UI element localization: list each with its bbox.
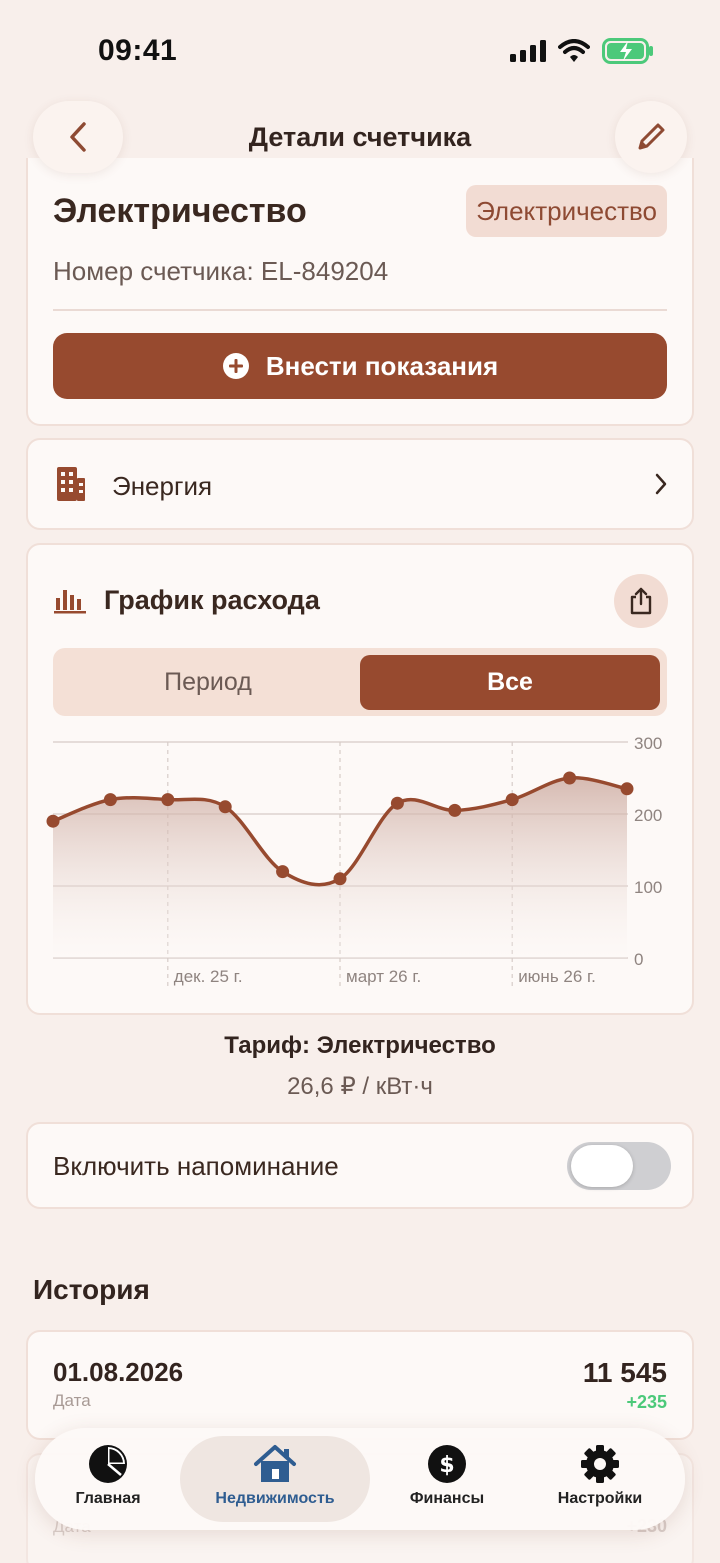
chart-area	[53, 777, 627, 958]
chart-point[interactable]	[563, 771, 577, 785]
gear-icon	[581, 1445, 619, 1483]
chart-point[interactable]	[505, 793, 519, 807]
chart-point[interactable]	[333, 872, 347, 886]
history-date-label: Дата	[53, 1391, 91, 1410]
tab-label: Настройки	[557, 1490, 643, 1507]
y-tick-label: 200	[634, 806, 662, 825]
chart-point[interactable]	[390, 796, 404, 810]
tab-label: Главная	[75, 1490, 141, 1507]
svg-text:$: $	[439, 1453, 454, 1478]
history-delta: +235	[626, 1392, 667, 1412]
chart-point[interactable]	[448, 803, 462, 817]
tab-label: Недвижимость	[215, 1490, 335, 1507]
y-tick-label: 100	[634, 878, 662, 897]
house-icon	[254, 1445, 296, 1482]
chart-point[interactable]	[46, 814, 60, 828]
x-tick-label: дек. 25 г.	[174, 967, 243, 986]
history-value: 11 545	[582, 1357, 667, 1388]
tariff-title: Тариф: Электричество	[224, 1032, 496, 1059]
x-tick-label: июнь 26 г.	[518, 967, 596, 986]
chart-point[interactable]	[276, 865, 290, 879]
tab-finance[interactable]: $ Финансы	[372, 1444, 522, 1508]
history-title: История	[33, 1274, 150, 1305]
chart-point[interactable]	[103, 793, 117, 807]
y-tick-label: 300	[634, 734, 662, 753]
x-tick-label: март 26 г.	[346, 967, 421, 986]
tab-home[interactable]: Главная	[33, 1444, 183, 1508]
history-date: 01.08.2026	[53, 1357, 184, 1387]
consumption-chart: 300 200 100 0 дек. 25 г. март 26 г. июнь 26 г.	[46, 734, 662, 988]
tab-label: Финансы	[409, 1490, 485, 1507]
pie-chart-icon	[89, 1445, 127, 1483]
tab-settings[interactable]: Настройки	[525, 1444, 675, 1508]
chart-point[interactable]	[218, 800, 232, 814]
y-tick-label: 0	[634, 950, 643, 969]
chart-point[interactable]	[161, 793, 175, 807]
reminder-label: Включить напоминание	[53, 1151, 339, 1181]
toggle-knob	[571, 1145, 633, 1187]
dollar-icon: $	[428, 1445, 466, 1483]
tariff-rate: 26,6 ₽ / кВт·ч	[287, 1073, 433, 1100]
tab-property[interactable]: Недвижимость	[200, 1444, 350, 1508]
chart-point[interactable]	[620, 782, 634, 796]
